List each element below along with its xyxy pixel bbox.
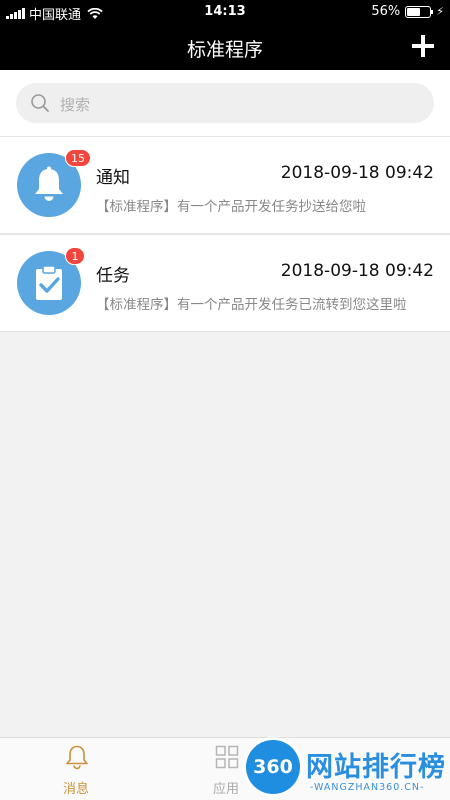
page-title: 标准程序 bbox=[186, 39, 263, 61]
unread-badge: 15 bbox=[65, 149, 91, 167]
message-list: 15 通知 2018-09-18 09:42 【标准程序】有一个产品开发任务抄送… bbox=[0, 136, 450, 332]
nav-bar: 标准程序 bbox=[0, 24, 450, 70]
apps-grid-icon bbox=[215, 745, 239, 769]
watermark-logo: 360 bbox=[246, 740, 300, 794]
battery-percent: 56% bbox=[371, 4, 401, 19]
bell-icon bbox=[35, 166, 63, 201]
message-item-task[interactable]: 1 任务 2018-09-18 09:42 【标准程序】有一个产品开发任务已流转… bbox=[0, 234, 450, 332]
charging-icon: ⚡ bbox=[436, 5, 444, 18]
message-preview: 【标准程序】有一个产品开发任务抄送给您啦 bbox=[96, 199, 366, 215]
search-input[interactable]: 搜索 bbox=[16, 83, 434, 123]
message-item-notice[interactable]: 15 通知 2018-09-18 09:42 【标准程序】有一个产品开发任务抄送… bbox=[0, 136, 450, 234]
watermark: 360 网站排行榜 -WANGZHAN360.CN- bbox=[244, 740, 450, 800]
message-time: 2018-09-18 09:42 bbox=[280, 261, 434, 281]
watermark-url: -WANGZHAN360.CN- bbox=[310, 782, 425, 793]
search-placeholder: 搜索 bbox=[60, 96, 91, 114]
search-area: 搜索 bbox=[0, 70, 450, 136]
clipboard-check-icon bbox=[36, 265, 62, 300]
message-title: 通知 bbox=[96, 168, 130, 188]
unread-badge: 1 bbox=[65, 247, 85, 265]
tab-messages[interactable]: 消息 bbox=[20, 738, 132, 800]
battery-area: 56% ⚡ bbox=[371, 4, 444, 19]
message-preview: 【标准程序】有一个产品开发任务已流转到您这里啦 bbox=[96, 297, 407, 313]
message-time: 2018-09-18 09:42 bbox=[280, 163, 434, 183]
message-title: 任务 bbox=[96, 266, 130, 286]
plus-icon[interactable] bbox=[410, 33, 436, 59]
task-avatar: 1 bbox=[17, 247, 85, 315]
tab-label: 消息 bbox=[62, 782, 89, 797]
search-icon bbox=[31, 94, 49, 112]
watermark-text: 网站排行榜 bbox=[306, 752, 446, 783]
bell-outline-icon bbox=[66, 745, 88, 770]
notice-avatar: 15 bbox=[17, 149, 91, 217]
status-bar: 中国联通 14:13 56% ⚡ bbox=[0, 0, 450, 24]
battery-icon bbox=[405, 5, 434, 18]
